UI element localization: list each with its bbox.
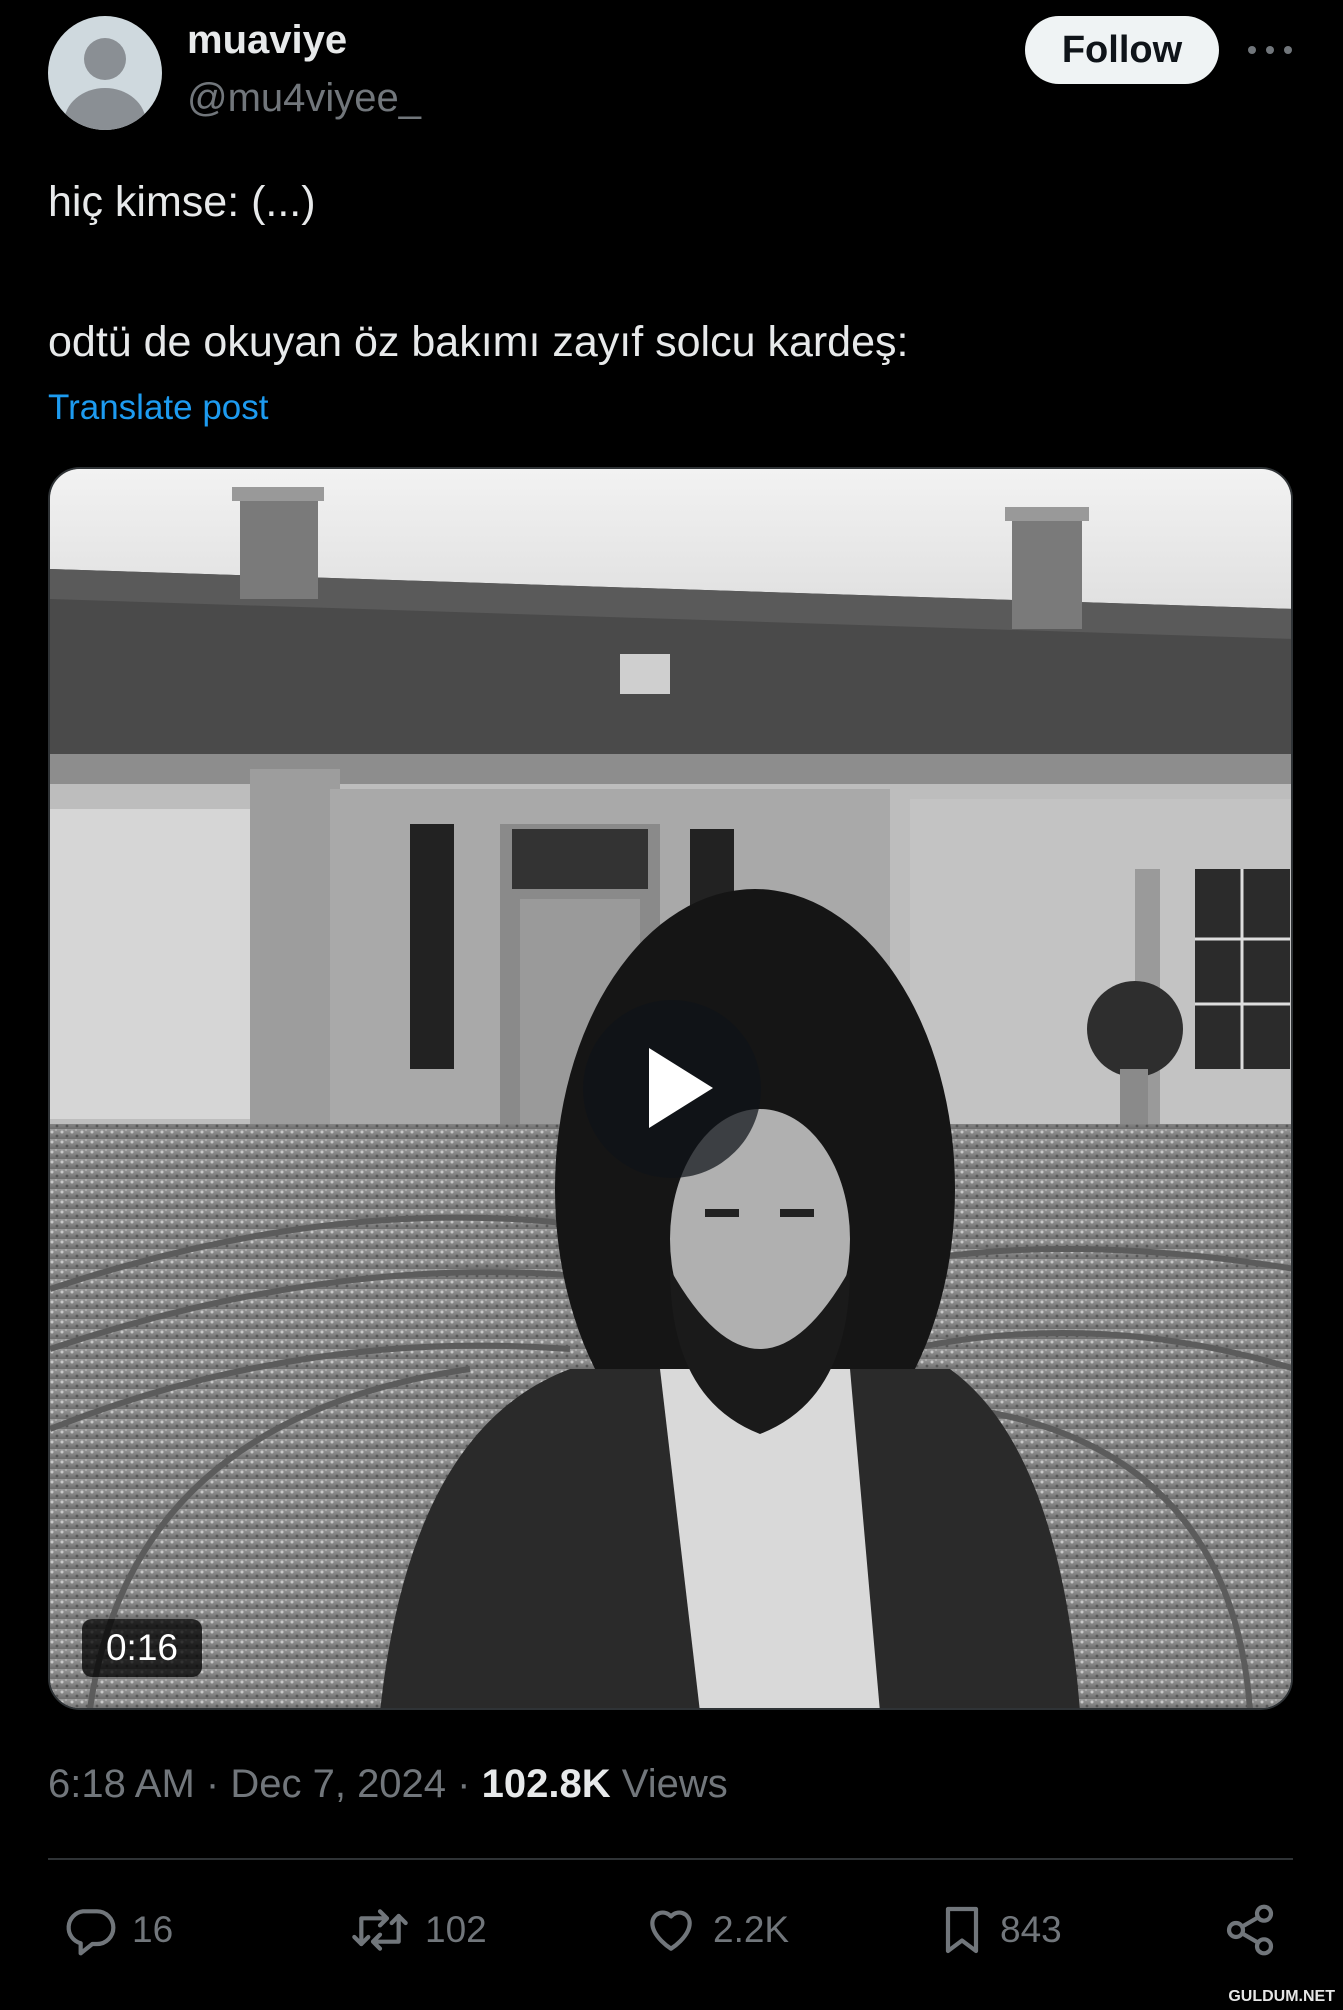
play-icon[interactable] [583, 1000, 761, 1178]
post-meta: 6:18 AM · Dec 7, 2024 · 102.8K Views [48, 1762, 728, 1807]
like-count: 2.2K [713, 1909, 790, 1950]
repost-button[interactable]: 102 [349, 1900, 487, 1960]
reply-count: 16 [132, 1909, 174, 1950]
reply-icon [66, 1909, 116, 1956]
post-time[interactable]: 6:18 AM [48, 1762, 195, 1806]
reply-button[interactable]: 16 [62, 1900, 173, 1960]
avatar-body-shape [64, 88, 146, 130]
meta-separator: · [205, 1762, 220, 1806]
heart-icon [650, 1910, 692, 1951]
avatar-head-shape [84, 38, 126, 80]
display-name[interactable]: muaviye [187, 18, 347, 63]
meta-separator: · [457, 1762, 471, 1806]
repost-icon [352, 1909, 408, 1951]
translate-post-link[interactable]: Translate post [48, 388, 268, 428]
user-handle[interactable]: @mu4viyee_ [187, 76, 421, 121]
tweet-text-line: odtü de okuyan öz bakımı zayıf solcu kar… [48, 318, 909, 366]
avatar[interactable] [48, 16, 162, 130]
bookmark-count: 843 [1000, 1909, 1062, 1950]
more-dot [1248, 46, 1256, 54]
post-date[interactable]: Dec 7, 2024 [230, 1762, 446, 1806]
more-dot [1284, 46, 1292, 54]
views-label: Views [621, 1762, 728, 1806]
bookmark-button[interactable]: 843 [938, 1900, 1062, 1960]
divider [48, 1858, 1293, 1860]
follow-button[interactable]: Follow [1025, 16, 1219, 84]
more-dot [1266, 46, 1274, 54]
views-count: 102.8K [481, 1762, 611, 1806]
share-icon [1226, 1904, 1274, 1956]
tweet-text-line: hiç kimse: (...) [48, 178, 316, 226]
watermark: GULDUM.NET [1228, 1988, 1335, 2005]
repost-count: 102 [425, 1909, 487, 1950]
like-button[interactable]: 2.2K [643, 1900, 789, 1960]
more-icon[interactable] [1248, 30, 1292, 70]
share-button[interactable] [1222, 1900, 1292, 1960]
bookmark-icon [945, 1906, 979, 1954]
video-duration-badge: 0:16 [82, 1619, 202, 1677]
